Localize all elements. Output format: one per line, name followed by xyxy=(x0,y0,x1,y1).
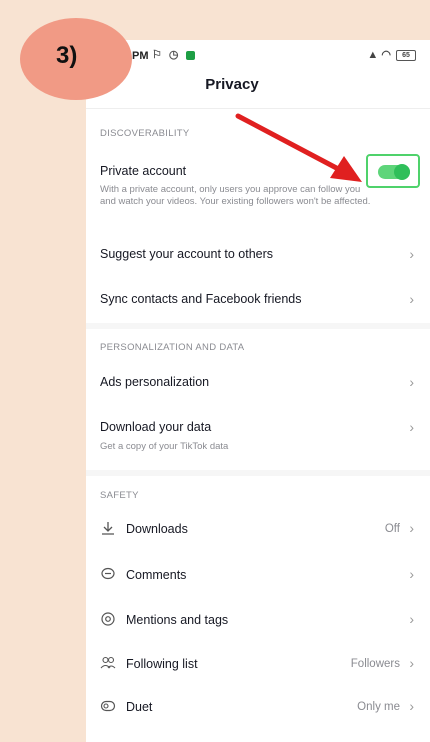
red-arrow-icon xyxy=(235,113,362,182)
